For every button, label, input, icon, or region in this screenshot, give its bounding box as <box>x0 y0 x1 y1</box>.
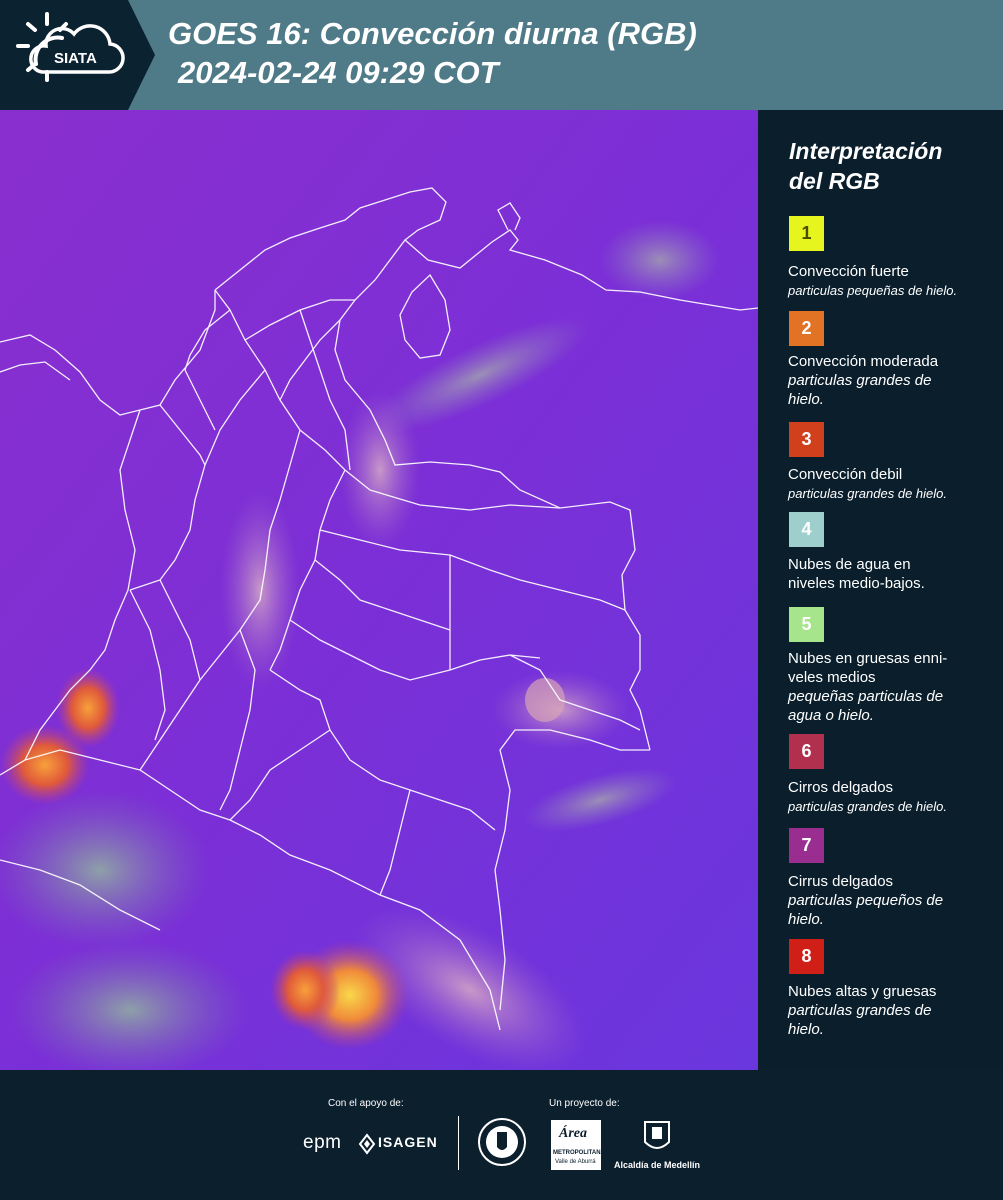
seal-icon <box>478 1118 526 1166</box>
legend-item-name: Cirrus delgados <box>788 873 894 890</box>
legend-swatch-4: 4 <box>789 512 824 547</box>
area-text-2: METROPOLITANA <box>553 1150 605 1156</box>
legend-item-name: Convección fuerte <box>788 263 909 280</box>
footer: Con el apoyo de: Un proyecto de: epm ISA… <box>0 1070 1003 1200</box>
area-text-3: Valle de Aburrá <box>555 1159 596 1165</box>
legend-swatch-3: 3 <box>789 422 824 457</box>
legend-panel: Interpretación del RGB 1 Convección fuer… <box>760 110 1003 1070</box>
legend-item-desc: particulas pequeñas de hielo. <box>788 283 958 298</box>
alcaldia-logo: Alcaldía de Medellín <box>614 1118 704 1173</box>
legend-item-desc: particulas grandes de hielo. <box>788 1002 932 1038</box>
legend-title-line2: del RGB <box>789 168 880 194</box>
legend-item-5: Nubes en gruesas enni-veles medios peque… <box>788 649 973 725</box>
legend-item-name: Convección debil <box>788 466 903 483</box>
legend-item-desc: particulas grandes de hielo. <box>788 486 947 501</box>
isagen-text: ISAGEN <box>378 1134 438 1150</box>
legend-title: Interpretación del RGB <box>789 136 942 196</box>
footer-divider <box>458 1116 459 1170</box>
legend-item-name: Cirros delgados <box>788 779 894 796</box>
legend-item-name: Nubes en gruesas enni-veles medios <box>788 650 948 686</box>
legend-item-desc: particulas grandes de hielo. <box>788 799 947 814</box>
page-title: GOES 16: Convección diurna (RGB) <box>168 16 697 51</box>
legend-item-2: Convección moderada particulas grandes d… <box>788 352 993 409</box>
satellite-image <box>0 110 758 1070</box>
legend-title-line1: Interpretación <box>789 138 943 164</box>
legend-item-name: Nubes altas y gruesas <box>788 983 937 1000</box>
legend-swatch-2: 2 <box>789 311 824 346</box>
legend-item-7: Cirrus delgados particulas pequeños de h… <box>788 872 993 929</box>
project-label: Un proyecto de: <box>549 1098 620 1109</box>
satellite-map[interactable] <box>0 110 758 1070</box>
legend-item-8: Nubes altas y gruesas particulas grandes… <box>788 982 993 1039</box>
isagen-mark-icon <box>358 1133 376 1155</box>
logo-text: SIATA <box>54 50 97 67</box>
legend-swatch-1: 1 <box>789 216 824 251</box>
epm-logo: epm <box>303 1132 342 1153</box>
legend-item-4: Nubes de agua en niveles medio-bajos. <box>788 555 953 593</box>
siata-logo: SIATA <box>0 0 155 110</box>
legend-item-desc: particulas grandes de hielo. <box>788 372 932 408</box>
legend-item-desc: pequeñas particulas de agua o hielo. <box>788 688 944 724</box>
legend-swatch-7: 7 <box>789 828 824 863</box>
legend-swatch-8: 8 <box>789 939 824 974</box>
legend-item-1: Convección fuerte particulas pequeñas de… <box>788 262 993 300</box>
isagen-logo: ISAGEN <box>358 1132 448 1156</box>
legend-swatch-6: 6 <box>789 734 824 769</box>
alcaldia-text: Alcaldía de Medellín <box>614 1160 701 1170</box>
legend-item-name: Convección moderada <box>788 353 939 370</box>
legend-item-desc: particulas pequeños de hielo. <box>788 892 944 928</box>
legend-item-name: Nubes de agua en niveles medio-bajos. <box>788 556 925 592</box>
logo-shape: SIATA <box>0 0 155 110</box>
legend-item-6: Cirros delgados particulas grandes de hi… <box>788 778 993 816</box>
area-metropolitana-logo: Área METROPOLITANA Valle de Aburrá <box>551 1120 605 1170</box>
legend-item-3: Convección debil particulas grandes de h… <box>788 465 993 503</box>
legend-swatch-5: 5 <box>789 607 824 642</box>
medellin-seal <box>477 1117 527 1172</box>
page-timestamp: 2024-02-24 09:29 COT <box>178 55 499 90</box>
support-label: Con el apoyo de: <box>328 1098 404 1109</box>
header: SIATA GOES 16: Convección diurna (RGB) 2… <box>0 0 1003 110</box>
coat-of-arms-icon <box>644 1121 670 1149</box>
area-text: Área <box>559 1126 587 1141</box>
